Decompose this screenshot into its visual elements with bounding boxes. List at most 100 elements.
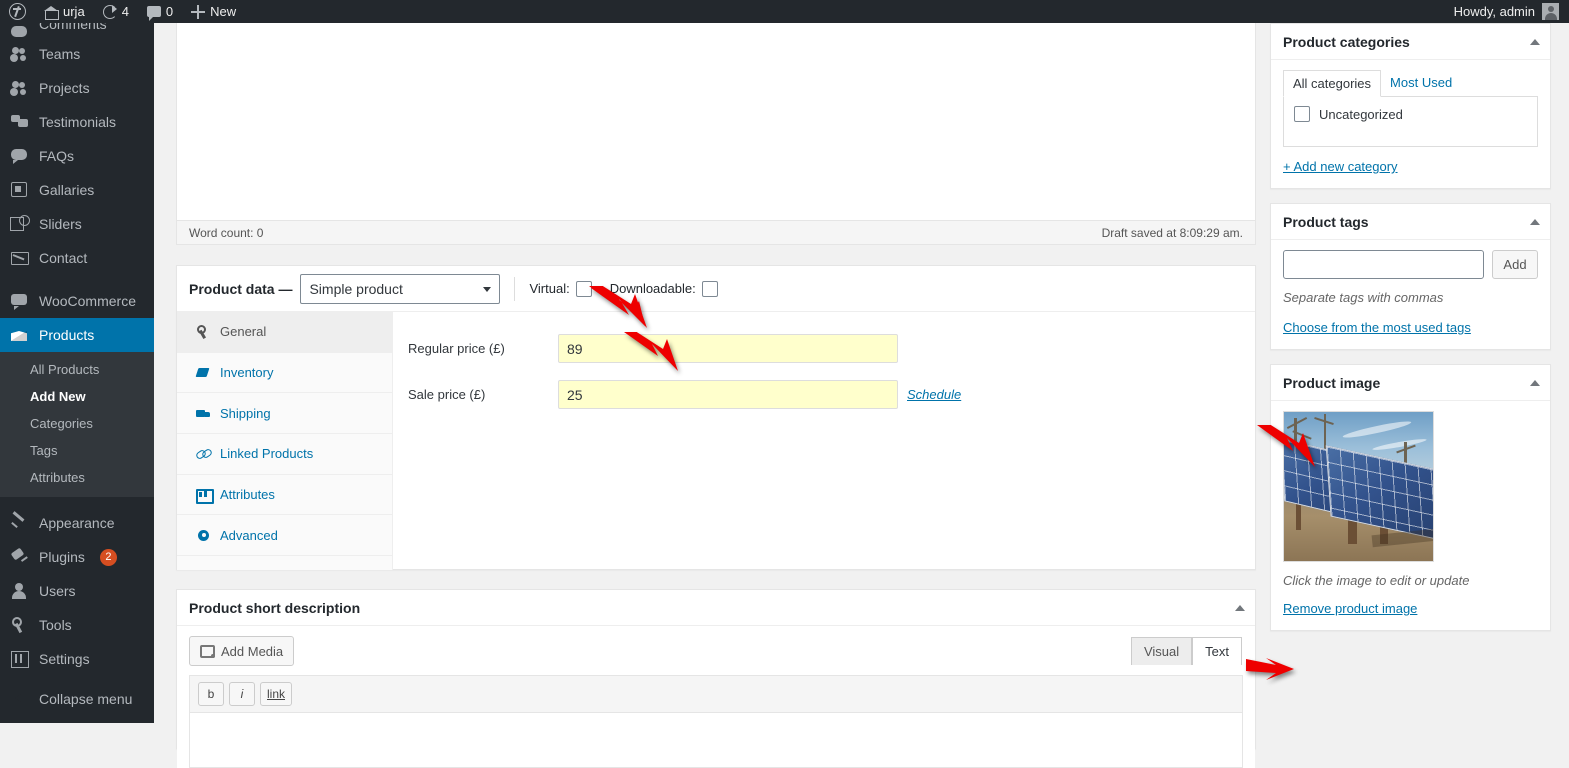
remove-product-image-link[interactable]: Remove product image [1283, 601, 1417, 616]
add-new-category-link[interactable]: + Add new category [1283, 159, 1398, 174]
collapse-menu-button[interactable]: Collapse menu [0, 682, 154, 716]
tab-advanced[interactable]: Advanced [177, 515, 392, 557]
short-description-textarea[interactable] [189, 712, 1243, 768]
product-type-select[interactable]: Simple product [300, 273, 501, 304]
sidebar-item-products[interactable]: Products [0, 318, 154, 352]
submenu-item-tags[interactable]: Tags [0, 437, 154, 464]
media-icon [200, 644, 215, 658]
sidebar-item-label: Comments [39, 23, 107, 32]
quicktag-bold-button[interactable]: b [198, 682, 224, 706]
product-tags-body: Add Separate tags with commas Choose fro… [1271, 240, 1550, 349]
quicktag-italic-button[interactable]: i [229, 682, 255, 706]
users-icon [10, 78, 30, 98]
collapse-menu-label: Collapse menu [39, 691, 133, 707]
category-item-uncategorized[interactable]: Uncategorized [1294, 106, 1527, 122]
sidebar-item-faqs[interactable]: FAQs [0, 139, 154, 173]
main-content-area: Word count: 0 Draft saved at 8:09:29 am.… [154, 23, 1569, 768]
sidebar-item-woocommerce[interactable]: WooCommerce [0, 284, 154, 318]
draft-saved-label: Draft saved at 8:09:29 am. [1101, 225, 1243, 240]
sale-price-row: Sale price (£) 25 Schedule [393, 380, 1255, 409]
regular-price-label: Regular price (£) [408, 341, 505, 356]
sidebar-item-tools[interactable]: Tools [0, 608, 154, 642]
products-icon [10, 325, 30, 345]
user-icon [10, 581, 30, 601]
regular-price-input[interactable]: 89 [558, 334, 898, 363]
sidebar-item-users[interactable]: Users [0, 574, 154, 608]
tab-attributes[interactable]: Attributes [177, 475, 392, 516]
submenu-item-attributes[interactable]: Attributes [0, 464, 154, 491]
most-used-tags-link[interactable]: Choose from the most used tags [1283, 320, 1471, 335]
product-tags-toggle-icon[interactable] [1530, 218, 1540, 225]
sidebar-item-teams[interactable]: Teams [0, 37, 154, 71]
tag-icon [196, 365, 211, 380]
avatar-icon [1542, 3, 1559, 20]
schedule-sale-link[interactable]: Schedule [907, 387, 961, 402]
updates-button[interactable]: 4 [94, 0, 138, 23]
product-tags-title: Product tags [1283, 213, 1369, 230]
sidebar-item-testimonials[interactable]: Testimonials [0, 105, 154, 139]
sidebar-item-settings[interactable]: Settings [0, 642, 154, 676]
virtual-label: Virtual: [529, 281, 570, 296]
downloadable-checkbox[interactable] [701, 280, 718, 297]
sidebar-item-contact[interactable]: Contact [0, 241, 154, 275]
mount-leg [1296, 504, 1301, 530]
sale-price-input[interactable]: 25 [558, 380, 898, 409]
tab-all-categories[interactable]: All categories [1283, 70, 1382, 97]
sidebar-item-projects[interactable]: Projects [0, 71, 154, 105]
add-media-button[interactable]: Add Media [189, 636, 295, 666]
tab-linked-products[interactable]: Linked Products [177, 434, 392, 475]
tag-input[interactable] [1283, 250, 1484, 279]
slider-icon [10, 214, 30, 234]
short-description-toggle-icon[interactable] [1235, 604, 1245, 611]
sidebar-item-appearance[interactable]: Appearance [0, 506, 154, 540]
wordpress-logo-button[interactable] [0, 0, 35, 23]
comments-button[interactable]: 0 [138, 0, 182, 23]
collapse-icon [10, 689, 30, 709]
add-media-label: Add Media [221, 643, 284, 659]
new-content-button[interactable]: New [182, 0, 245, 23]
product-image-toggle-icon[interactable] [1530, 379, 1540, 386]
product-image-hint: Click the image to edit or update [1283, 573, 1470, 588]
tag-hint: Separate tags with commas [1283, 290, 1444, 305]
sidebar-item-label: FAQs [39, 148, 75, 164]
product-data-header: Product data — Simple product Virtual: D… [177, 266, 1255, 312]
tab-inventory[interactable]: Inventory [177, 353, 392, 394]
sidebar-item-label: Tools [39, 617, 72, 633]
submenu-item-add-new[interactable]: Add New [0, 383, 154, 410]
mail-icon [10, 248, 30, 268]
sidebar-item-label: Gallaries [39, 182, 95, 198]
product-data-body: General Inventory Shipping Linked Produc… [177, 312, 1255, 570]
sidebar-item-plugins[interactable]: Plugins 2 [0, 540, 154, 574]
users-icon [10, 44, 30, 64]
tab-most-used[interactable]: Most Used [1381, 70, 1461, 96]
sidebar-item-label: Projects [39, 80, 90, 96]
submenu-item-categories[interactable]: Categories [0, 410, 154, 437]
tab-label: Shipping [220, 405, 271, 421]
divider [514, 276, 516, 301]
site-name-button[interactable]: urja [35, 0, 94, 23]
product-image-title: Product image [1283, 374, 1381, 391]
howdy-label: Howdy, admin [1453, 4, 1535, 19]
sidebar-item-sliders[interactable]: Sliders [0, 207, 154, 241]
new-label: New [210, 4, 237, 19]
tab-shipping[interactable]: Shipping [177, 393, 392, 435]
account-menu[interactable]: Howdy, admin [1454, 3, 1569, 20]
sidebar-item-label: Testimonials [39, 114, 117, 130]
product-tags-panel: Product tags Add Separate tags with comm… [1270, 203, 1551, 350]
sidebar-item-comments[interactable]: Comments [0, 23, 154, 37]
tab-general[interactable]: General [177, 312, 392, 353]
quicktag-link-button[interactable]: link [260, 682, 293, 706]
tab-text[interactable]: Text [1192, 637, 1242, 665]
editor-mode-tabs: Visual Text [1130, 637, 1242, 665]
sidebar-item-label: WooCommerce [39, 293, 136, 309]
sidebar-item-gallaries[interactable]: Gallaries [0, 173, 154, 207]
add-tag-button[interactable]: Add [1492, 250, 1538, 279]
product-categories-toggle-icon[interactable] [1530, 38, 1540, 45]
tab-visual[interactable]: Visual [1130, 637, 1193, 665]
category-checkbox[interactable] [1294, 106, 1310, 122]
sale-price-value: 25 [567, 386, 583, 403]
submenu-item-all-products[interactable]: All Products [0, 356, 154, 383]
short-description-header: Product short description [177, 590, 1255, 626]
content-editor-area[interactable] [176, 23, 1256, 221]
virtual-field[interactable]: Virtual: [529, 280, 592, 297]
